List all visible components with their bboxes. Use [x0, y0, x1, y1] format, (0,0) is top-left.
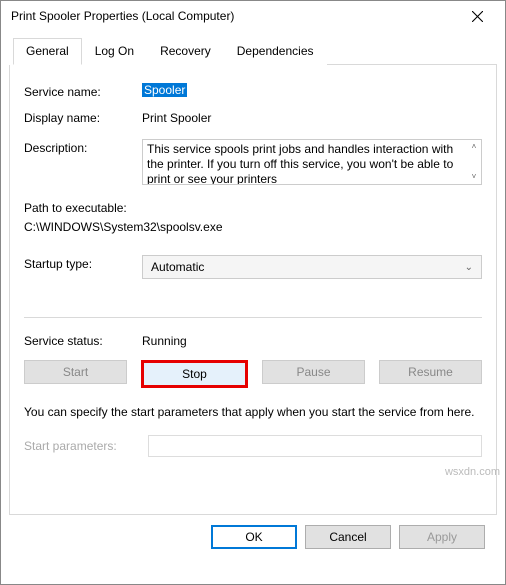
- service-name-value[interactable]: Spooler: [142, 83, 187, 97]
- parameters-note: You can specify the start parameters tha…: [24, 404, 482, 421]
- stop-button[interactable]: Stop: [141, 360, 248, 388]
- tab-log-on[interactable]: Log On: [82, 38, 147, 65]
- start-parameters-input: [148, 435, 482, 457]
- cancel-button[interactable]: Cancel: [305, 525, 391, 549]
- tab-general[interactable]: General: [13, 38, 82, 65]
- watermark: wsxdn.com: [445, 466, 500, 478]
- titlebar: Print Spooler Properties (Local Computer…: [1, 1, 505, 31]
- startup-type-select[interactable]: Automatic ⌄: [142, 255, 482, 279]
- dialog-footer: OK Cancel Apply: [9, 515, 497, 549]
- scroll-down-icon[interactable]: ˅: [472, 172, 477, 182]
- service-status-label: Service status:: [24, 332, 142, 348]
- startup-type-value: Automatic: [151, 260, 204, 274]
- service-name-label: Service name:: [24, 83, 142, 99]
- chevron-down-icon: ⌄: [465, 262, 473, 273]
- close-icon: [472, 11, 483, 22]
- apply-button: Apply: [399, 525, 485, 549]
- description-label: Description:: [24, 139, 142, 155]
- tab-recovery[interactable]: Recovery: [147, 38, 224, 65]
- tab-strip: General Log On Recovery Dependencies: [13, 37, 497, 65]
- tab-dependencies[interactable]: Dependencies: [224, 38, 327, 65]
- description-text: This service spools print jobs and handl…: [147, 142, 453, 185]
- divider: [24, 317, 482, 318]
- display-name-label: Display name:: [24, 109, 142, 125]
- path-label: Path to executable:: [24, 199, 482, 218]
- start-parameters-label: Start parameters:: [24, 439, 142, 453]
- path-value: C:\WINDOWS\System32\spoolsv.exe: [24, 218, 482, 237]
- description-scrollbar[interactable]: ˄ ˅: [467, 140, 481, 184]
- tab-panel-general: Service name: Spooler Display name: Prin…: [9, 65, 497, 515]
- start-button: Start: [24, 360, 127, 384]
- window-title: Print Spooler Properties (Local Computer…: [11, 9, 234, 23]
- pause-button: Pause: [262, 360, 365, 384]
- close-button[interactable]: [457, 2, 497, 30]
- service-status-value: Running: [142, 332, 187, 348]
- resume-button: Resume: [379, 360, 482, 384]
- scroll-up-icon[interactable]: ˄: [472, 142, 477, 152]
- display-name-value: Print Spooler: [142, 109, 211, 125]
- description-box[interactable]: This service spools print jobs and handl…: [142, 139, 482, 185]
- ok-button[interactable]: OK: [211, 525, 297, 549]
- startup-type-label: Startup type:: [24, 255, 142, 271]
